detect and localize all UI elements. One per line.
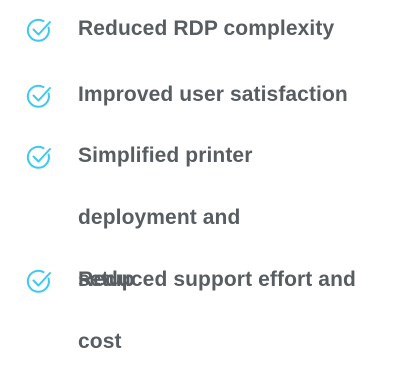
benefits-list: Reduced RDP complexity Improved user sat… [0,0,403,360]
benefit-label: Reduced support effort and cost [78,268,356,353]
check-circle-icon [26,268,52,294]
check-circle-icon [26,144,52,170]
check-circle-icon [26,17,52,43]
benefit-label: Improved user satisfaction [78,83,348,106]
benefit-label: Reduced RDP complexity [78,17,335,40]
check-circle-icon [26,83,52,109]
